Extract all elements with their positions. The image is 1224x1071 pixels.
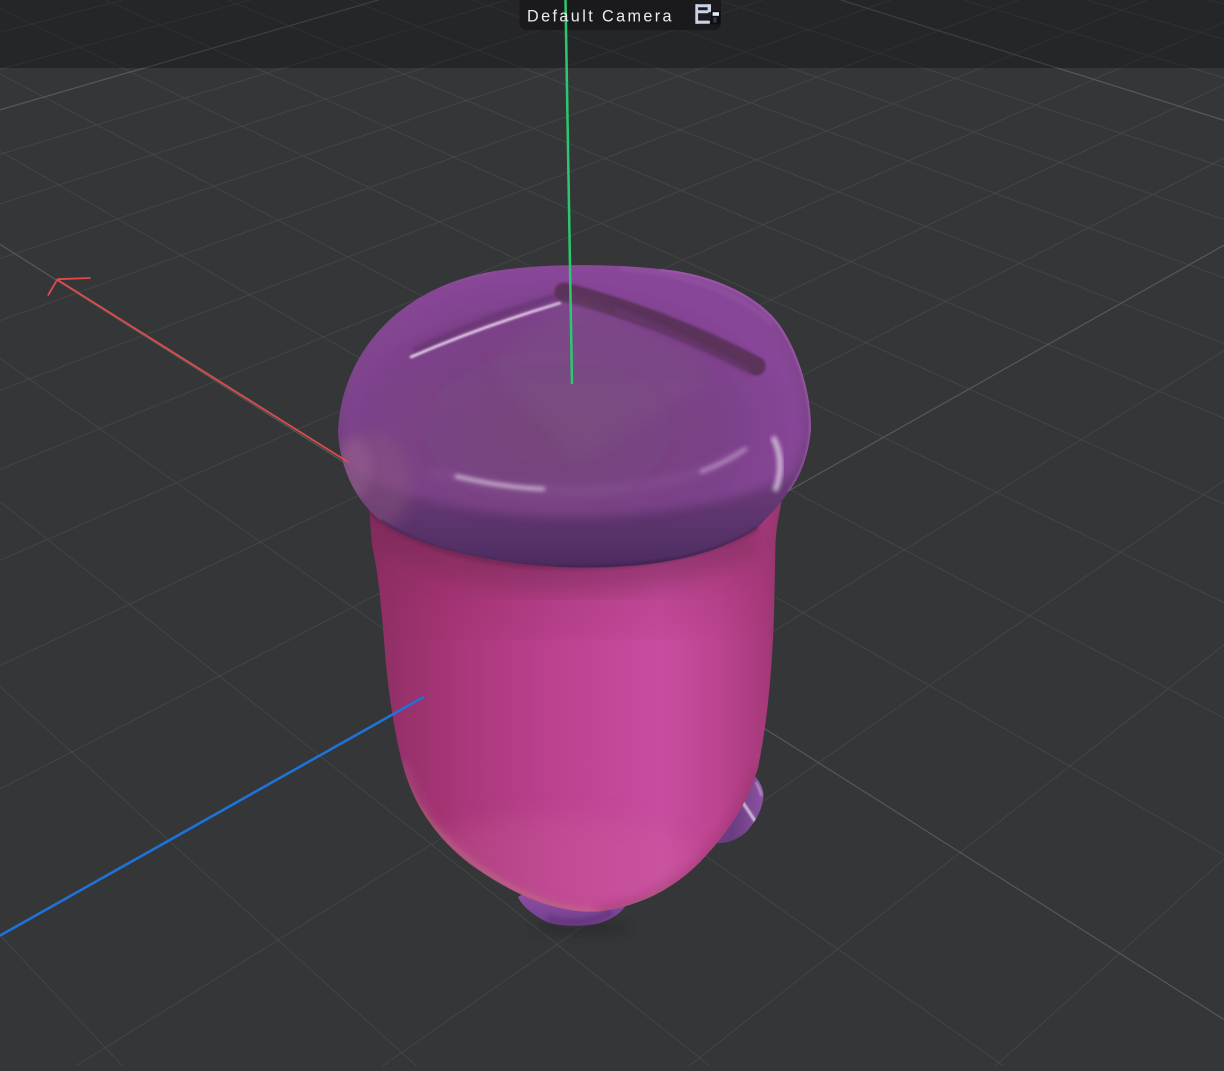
svg-text:Default Camera: Default Camera (527, 8, 674, 26)
